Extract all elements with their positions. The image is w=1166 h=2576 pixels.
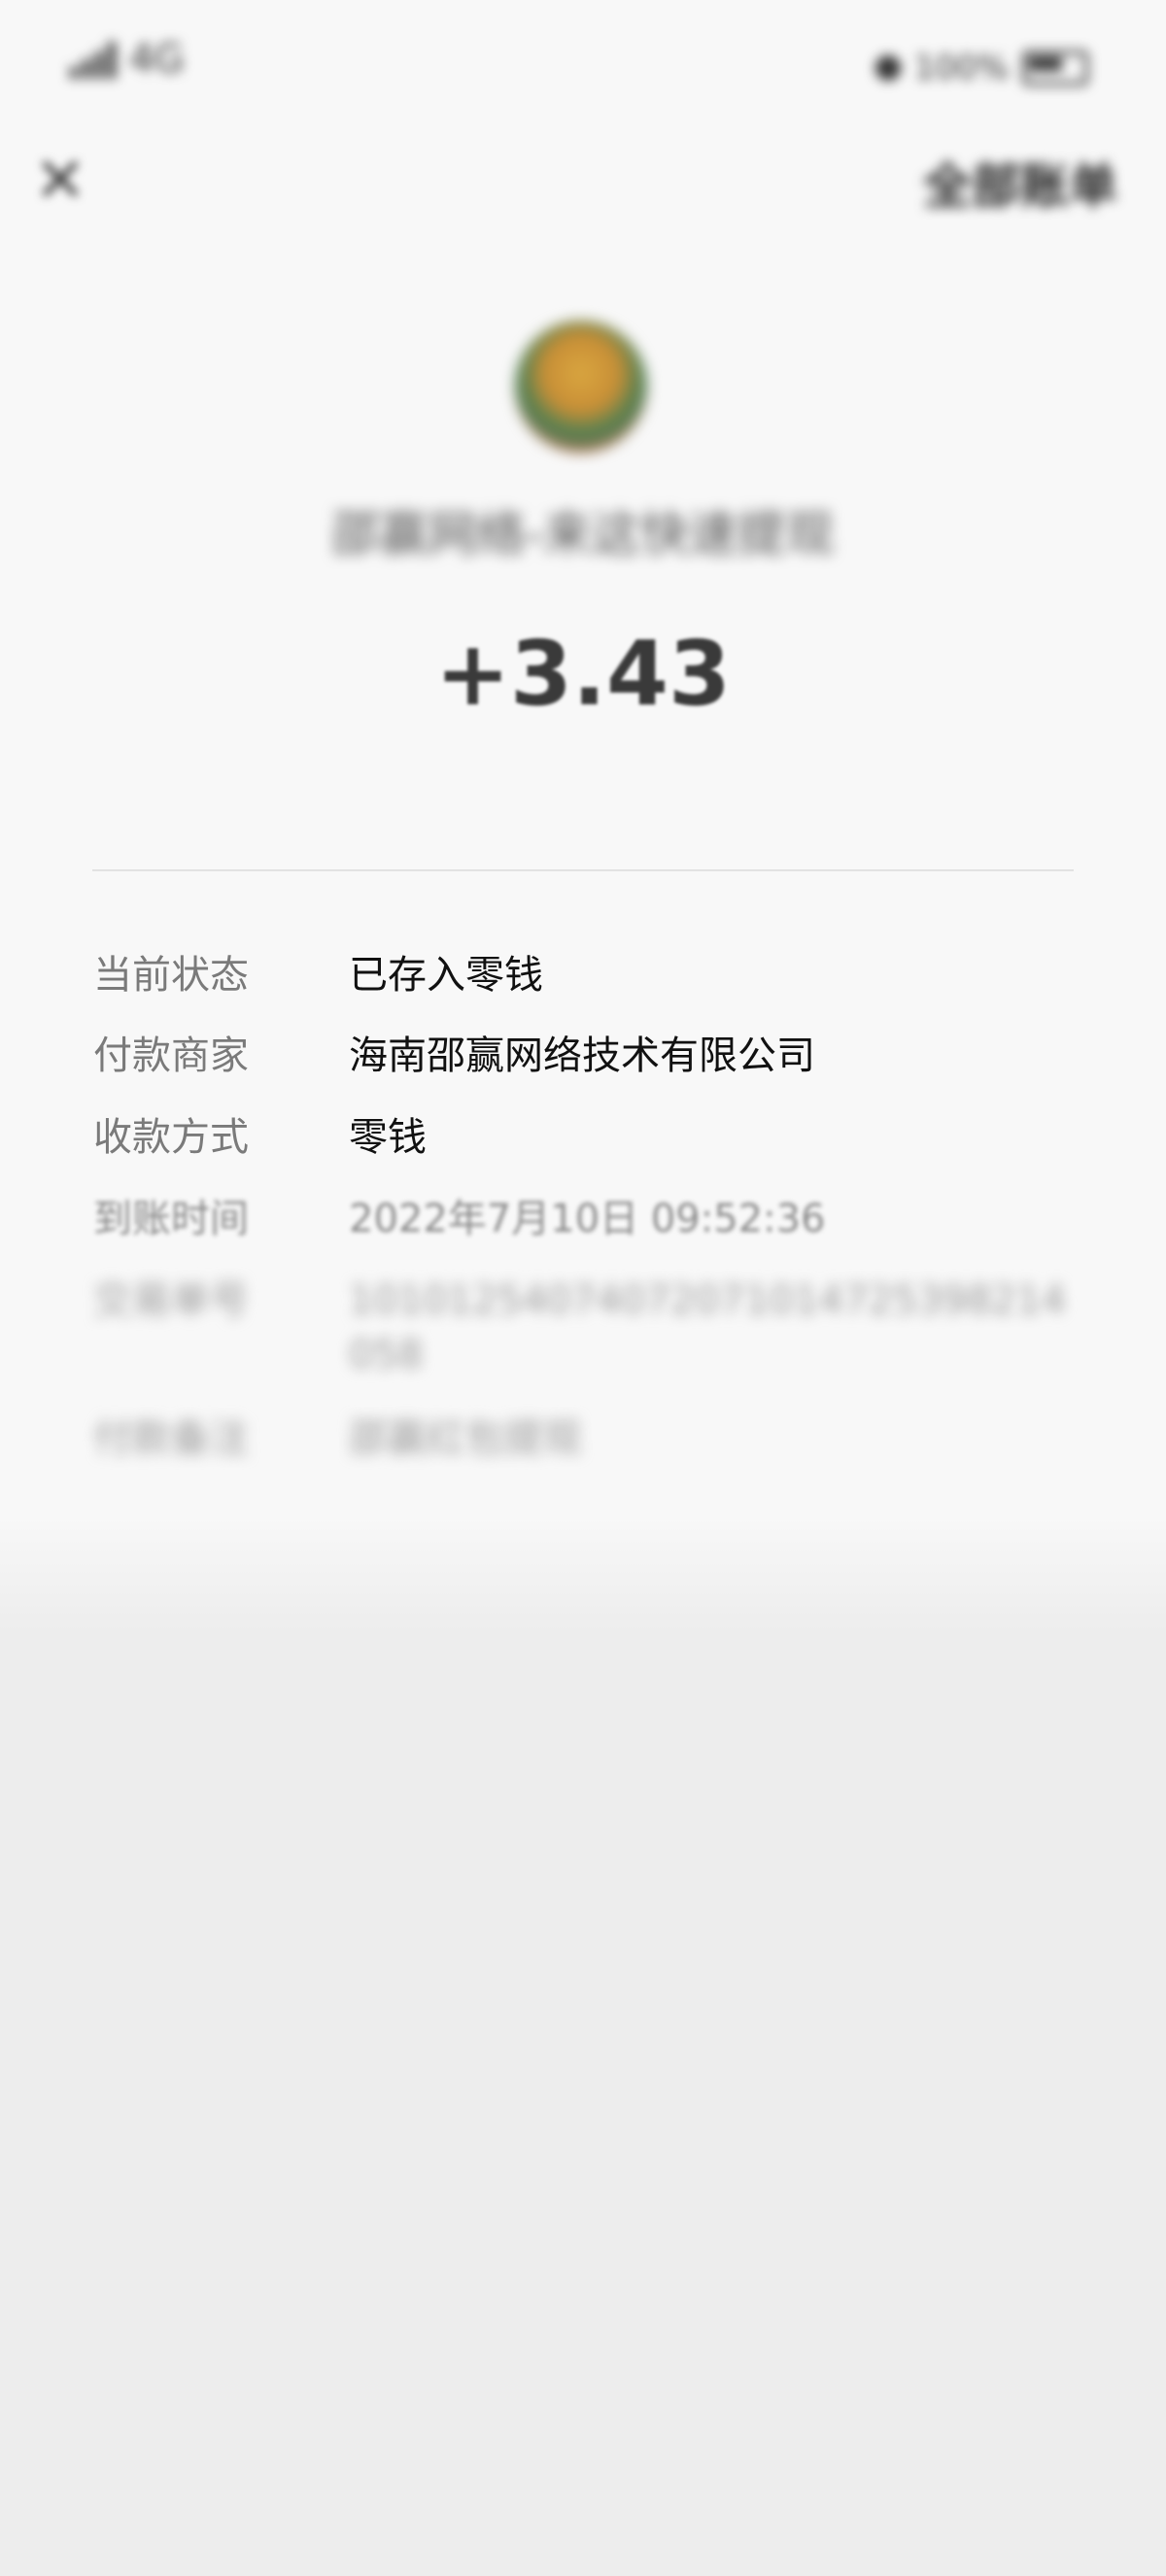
close-icon[interactable]	[33, 152, 87, 206]
detail-label: 当前状态	[93, 953, 249, 998]
detail-value: 已存入零钱	[349, 953, 543, 998]
detail-value[interactable]: 海南邵赢网络技术有限公司	[349, 1029, 1068, 1083]
signal-icon	[70, 40, 116, 79]
detail-label: 到账时间	[93, 1197, 249, 1241]
detail-label: 付款备注	[93, 1416, 249, 1461]
status-bar: 4G 100%	[0, 0, 1166, 146]
detail-value: 零钱	[349, 1115, 427, 1160]
detail-value: 10101254074072071014725398214058	[349, 1278, 1067, 1377]
transaction-amount: +3.43	[434, 622, 732, 726]
detail-value: 邵赢红包提现	[349, 1416, 582, 1461]
all-bills-link[interactable]: 全部账单	[923, 148, 1117, 218]
battery-icon	[1022, 51, 1088, 85]
notification-icon	[874, 55, 901, 81]
merchant-avatar-icon	[515, 321, 647, 453]
merchant-name: 邵赢网络-来这快速提现	[330, 506, 836, 562]
battery-level: 100%	[913, 49, 1009, 87]
status-right: 100%	[874, 49, 1088, 87]
sheet-fade	[0, 1515, 1166, 1632]
network-type: 4G	[129, 37, 185, 82]
divider	[92, 869, 1074, 871]
detail-label: 交易单号	[93, 1278, 249, 1323]
detail-label: 收款方式	[93, 1115, 249, 1160]
signal-indicator: 4G	[70, 37, 184, 82]
detail-value: 2022年7月10日 09:52:36	[349, 1197, 826, 1241]
detail-label: 付款商家	[93, 1034, 249, 1078]
